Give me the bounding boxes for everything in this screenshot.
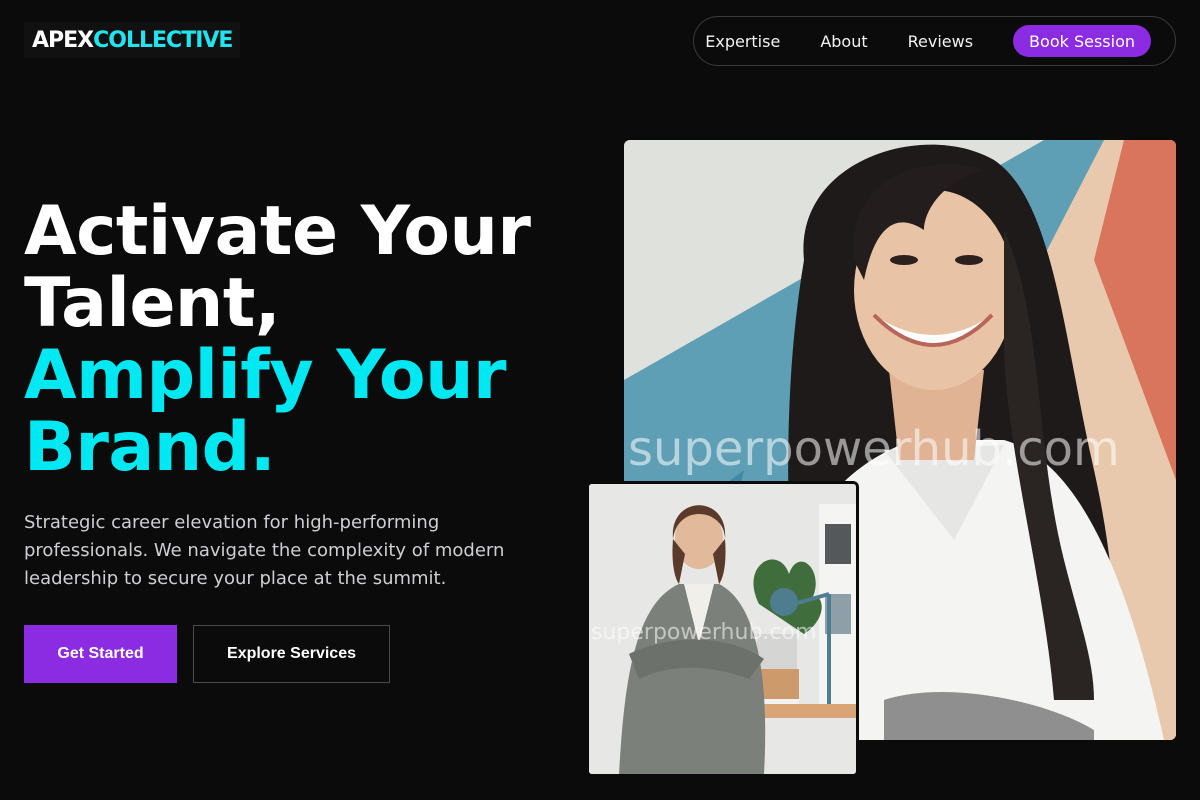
headline-line-3: Amplify Your xyxy=(24,336,507,415)
headline-line-2: Talent, xyxy=(24,264,281,343)
logo-text-apex: APEX xyxy=(32,27,94,53)
book-session-button[interactable]: Book Session xyxy=(1013,25,1151,57)
hero-headline: Activate Your Talent, Amplify Your Brand… xyxy=(24,196,584,484)
explore-services-button[interactable]: Explore Services xyxy=(193,625,390,683)
inset-photo-businesswoman: superpowerhub.com xyxy=(586,481,859,777)
inset-watermark-text: superpowerhub.com xyxy=(591,620,816,645)
logo-text-collective: COLLECTIVE xyxy=(93,27,233,53)
nav-link-about[interactable]: About xyxy=(820,32,867,51)
brand-logo[interactable]: APEX COLLECTIVE xyxy=(24,22,241,58)
nav-link-expertise[interactable]: Expertise xyxy=(705,32,780,51)
main-watermark-text: superpowerhub.com xyxy=(628,421,1120,477)
nav-link-reviews[interactable]: Reviews xyxy=(908,32,973,51)
hero-subtext: Strategic career elevation for high-perf… xyxy=(24,512,505,589)
headline-line-1: Activate Your xyxy=(24,192,531,271)
top-navigation: Expertise About Reviews Book Session xyxy=(693,16,1176,66)
headline-line-4: Brand. xyxy=(24,408,276,487)
inset-photo-illustration: superpowerhub.com xyxy=(589,484,856,774)
page: APEX COLLECTIVE Expertise About Reviews B… xyxy=(0,0,1200,800)
get-started-button[interactable]: Get Started xyxy=(24,625,177,683)
